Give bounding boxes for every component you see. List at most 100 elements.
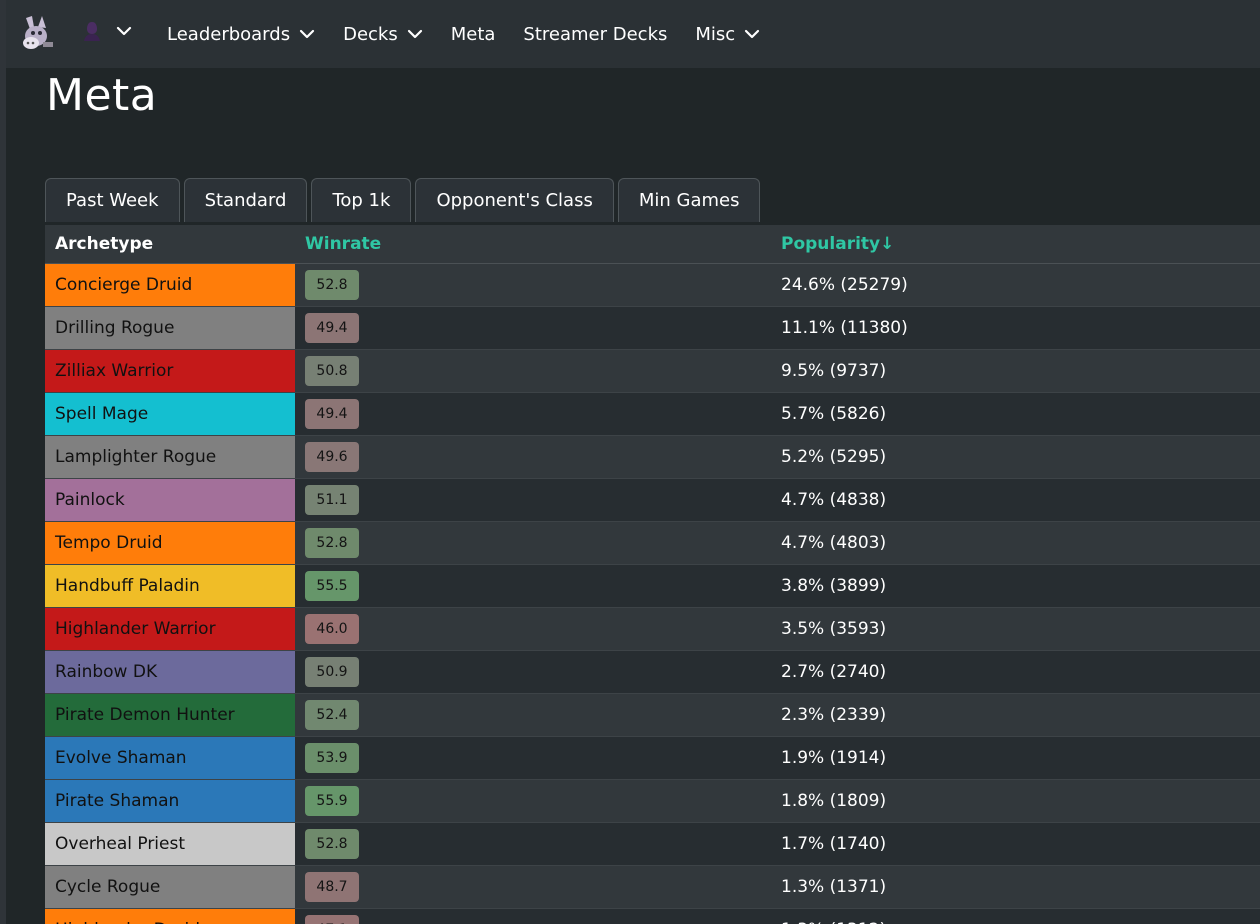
winrate-cell: 49.4 xyxy=(295,307,771,349)
winrate-cell: 55.5 xyxy=(295,565,771,607)
winrate-badge: 52.4 xyxy=(305,700,359,730)
popularity-cell: 3.8% (3899) xyxy=(781,576,887,596)
chevron-down-icon xyxy=(116,26,132,36)
page-title: Meta xyxy=(46,70,158,121)
column-header-winrate[interactable]: Winrate xyxy=(295,234,771,254)
filter-rank-button[interactable]: Top 1k xyxy=(311,178,412,222)
archetype-cell[interactable]: Handbuff Paladin xyxy=(45,565,295,607)
popularity-cell: 4.7% (4803) xyxy=(781,533,887,553)
winrate-badge: 53.9 xyxy=(305,743,359,773)
popularity-cell: 11.1% (11380) xyxy=(781,318,908,338)
filter-opponent-class-button[interactable]: Opponent's Class xyxy=(415,178,614,222)
table-row[interactable]: Highlander Warrior 46.0 3.5% (3593) xyxy=(45,608,1260,651)
table-row[interactable]: Concierge Druid 52.8 24.6% (25279) xyxy=(45,264,1260,307)
archetype-cell[interactable]: Concierge Druid xyxy=(45,264,295,306)
popularity-cell: 2.7% (2740) xyxy=(781,662,887,682)
popularity-cell: 1.3% (1312) xyxy=(771,920,886,924)
winrate-cell: 50.9 xyxy=(295,651,771,693)
filter-format-button[interactable]: Standard xyxy=(183,178,308,222)
chevron-down-icon xyxy=(407,29,422,39)
winrate-cell: 52.8 xyxy=(295,823,771,865)
winrate-badge: 47.1 xyxy=(305,915,359,924)
table-row[interactable]: Drilling Rogue 49.4 11.1% (11380) xyxy=(45,307,1260,350)
table-row[interactable]: Highlander Druid 47.1 1.3% (1312) xyxy=(45,909,1260,924)
nav-item-streamer-decks[interactable]: Streamer Decks xyxy=(523,24,667,45)
table-body: Concierge Druid 52.8 24.6% (25279) Drilling… xyxy=(45,264,1260,924)
winrate-cell: 51.1 xyxy=(295,479,771,521)
winrate-cell: 50.8 xyxy=(295,350,771,392)
nav-item-label: Leaderboards xyxy=(167,23,291,45)
winrate-badge: 50.9 xyxy=(305,657,359,687)
table-row[interactable]: Handbuff Paladin 55.5 3.8% (3899) xyxy=(45,565,1260,608)
nav-item-leaderboards[interactable]: Leaderboards xyxy=(167,24,315,45)
table-row[interactable]: Spell Mage 49.4 5.7% (5826) xyxy=(45,393,1260,436)
winrate-badge: 55.5 xyxy=(305,571,359,601)
popularity-cell: 1.8% (1809) xyxy=(781,791,887,811)
table-row[interactable]: Painlock 51.1 4.7% (4838) xyxy=(45,479,1260,522)
table-row[interactable]: Lamplighter Rogue 49.6 5.2% (5295) xyxy=(45,436,1260,479)
archetype-cell[interactable]: Overheal Priest xyxy=(45,823,295,865)
winrate-badge: 49.4 xyxy=(305,399,359,429)
winrate-badge: 50.8 xyxy=(305,356,359,386)
archetype-cell[interactable]: Pirate Demon Hunter xyxy=(45,694,295,736)
popularity-cell: 1.3% (1371) xyxy=(781,877,887,897)
archetype-cell[interactable]: Highlander Warrior xyxy=(45,608,295,650)
column-header-popularity[interactable]: Popularity↓ xyxy=(771,234,894,254)
archetype-cell[interactable]: Drilling Rogue xyxy=(45,307,295,349)
archetype-cell[interactable]: Zilliax Warrior xyxy=(45,350,295,392)
popularity-cell: 1.7% (1740) xyxy=(781,834,887,854)
table-row[interactable]: Pirate Demon Hunter 52.4 2.3% (2339) xyxy=(45,694,1260,737)
winrate-badge: 52.8 xyxy=(305,528,359,558)
winrate-badge: 46.0 xyxy=(305,614,359,644)
filter-period-button[interactable]: Past Week xyxy=(45,178,180,222)
app-window: Leaderboards Decks Meta Streamer Decks M… xyxy=(6,0,1260,924)
donkey-logo-icon[interactable] xyxy=(16,12,56,52)
archetype-cell[interactable]: Cycle Rogue xyxy=(45,866,295,908)
filter-min-games-button[interactable]: Min Games xyxy=(617,178,761,222)
popularity-cell: 24.6% (25279) xyxy=(781,275,908,295)
nav-item-meta[interactable]: Meta xyxy=(451,24,496,45)
winrate-cell: 46.0 xyxy=(295,608,771,650)
winrate-badge: 49.6 xyxy=(305,442,359,472)
archetype-cell[interactable]: Lamplighter Rogue xyxy=(45,436,295,478)
popularity-cell: 2.3% (2339) xyxy=(781,705,887,725)
popularity-cell: 5.7% (5826) xyxy=(781,404,887,424)
winrate-cell: 49.6 xyxy=(295,436,771,478)
winrate-cell: 49.4 xyxy=(295,393,771,435)
archetype-cell[interactable]: Pirate Shaman xyxy=(45,780,295,822)
archetype-cell[interactable]: Tempo Druid xyxy=(45,522,295,564)
table-row[interactable]: Rainbow DK 50.9 2.7% (2740) xyxy=(45,651,1260,694)
column-header-archetype: Archetype xyxy=(55,234,154,254)
popularity-cell: 1.9% (1914) xyxy=(781,748,887,768)
nav-item-label: Decks xyxy=(343,23,398,45)
filter-bar: Past Week Standard Top 1k Opponent's Cla… xyxy=(45,178,764,222)
chevron-down-icon xyxy=(745,29,760,39)
user-menu[interactable] xyxy=(82,20,132,42)
meta-table: Archetype Winrate Popularity↓ Concierge … xyxy=(45,225,1260,924)
archetype-cell[interactable]: Highlander Druid xyxy=(45,909,295,924)
table-row[interactable]: Zilliax Warrior 50.8 9.5% (9737) xyxy=(45,350,1260,393)
nav-menu: Leaderboards Decks Meta Streamer Decks M… xyxy=(167,0,788,68)
nav-item-misc[interactable]: Misc xyxy=(695,24,760,45)
winrate-badge: 49.4 xyxy=(305,313,359,343)
winrate-badge: 52.8 xyxy=(305,829,359,859)
archetype-cell[interactable]: Rainbow DK xyxy=(45,651,295,693)
table-row[interactable]: Evolve Shaman 53.9 1.9% (1914) xyxy=(45,737,1260,780)
winrate-cell: 47.1 xyxy=(295,909,771,924)
archetype-cell[interactable]: Painlock xyxy=(45,479,295,521)
winrate-cell: 52.4 xyxy=(295,694,771,736)
archetype-cell[interactable]: Spell Mage xyxy=(45,393,295,435)
table-row[interactable]: Tempo Druid 52.8 4.7% (4803) xyxy=(45,522,1260,565)
popularity-cell: 5.2% (5295) xyxy=(781,447,887,467)
table-row[interactable]: Pirate Shaman 55.9 1.8% (1809) xyxy=(45,780,1260,823)
popularity-cell: 4.7% (4838) xyxy=(781,490,887,510)
winrate-badge: 51.1 xyxy=(305,485,359,515)
table-header: Archetype Winrate Popularity↓ xyxy=(45,225,1260,264)
table-row[interactable]: Overheal Priest 52.8 1.7% (1740) xyxy=(45,823,1260,866)
winrate-badge: 52.8 xyxy=(305,270,359,300)
top-navbar: Leaderboards Decks Meta Streamer Decks M… xyxy=(6,0,1260,68)
archetype-cell[interactable]: Evolve Shaman xyxy=(45,737,295,779)
nav-item-label: Streamer Decks xyxy=(523,23,668,45)
nav-item-decks[interactable]: Decks xyxy=(343,24,423,45)
table-row[interactable]: Cycle Rogue 48.7 1.3% (1371) xyxy=(45,866,1260,909)
